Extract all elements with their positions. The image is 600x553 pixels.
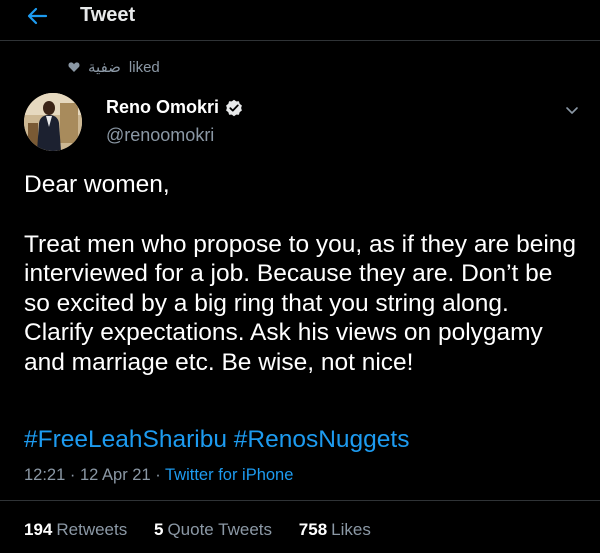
meta-separator: · [69,466,76,484]
hashtag-link[interactable]: #RenosNuggets [234,426,410,453]
quote-tweets-stat[interactable]: 5 Quote Tweets [154,520,277,539]
tweet-paragraph: Treat men who propose to you, as if they… [24,230,577,376]
likes-label: Likes [331,520,371,539]
divider [0,500,600,501]
verified-badge-icon [226,99,242,116]
author-name-text[interactable]: Reno Omokri [106,97,219,118]
back-button[interactable] [24,3,50,29]
heart-icon [68,62,80,72]
page-title: Tweet [80,4,136,26]
hashtag-link[interactable]: #FreeLeahSharibu [24,426,227,453]
tweet-paragraph: Dear women, [24,171,170,198]
retweets-label: Retweets [56,520,128,539]
top-bar: Tweet [0,0,600,41]
more-options-button[interactable] [562,100,582,120]
tweet-source-link[interactable]: Twitter for iPhone [165,466,293,484]
likes-stat[interactable]: 758 Likes [299,520,371,539]
social-context-user[interactable]: ضفية [88,58,121,76]
arrow-left-icon [27,7,48,25]
chevron-down-icon [566,107,578,114]
hashtags: #FreeLeahSharibu #RenosNuggets [24,426,409,454]
avatar[interactable] [24,93,82,151]
likes-count: 758 [298,520,328,539]
retweets-count: 194 [24,520,53,539]
social-context-action: liked [128,58,160,76]
social-context: ضفية liked [68,57,160,77]
quote-tweets-count: 5 [153,520,164,539]
tweet-text: Dear women, Treat men who propose to you… [24,170,584,377]
author-name[interactable]: Reno Omokri [106,97,243,118]
author-handle[interactable]: @renoomokri [106,125,214,146]
retweets-stat[interactable]: 194 Retweets [24,520,132,539]
avatar-image [24,93,82,151]
tweet-stats: 194 Retweets 5 Quote Tweets 758 Likes [24,520,393,540]
quote-tweets-label: Quote Tweets [167,520,273,539]
meta-separator: · [155,466,161,484]
tweet-time: 12:21 [24,466,66,484]
tweet-date: 12 Apr 21 [79,466,151,484]
tweet-meta: 12:21 · 12 Apr 21 · Twitter for iPhone [24,466,293,485]
